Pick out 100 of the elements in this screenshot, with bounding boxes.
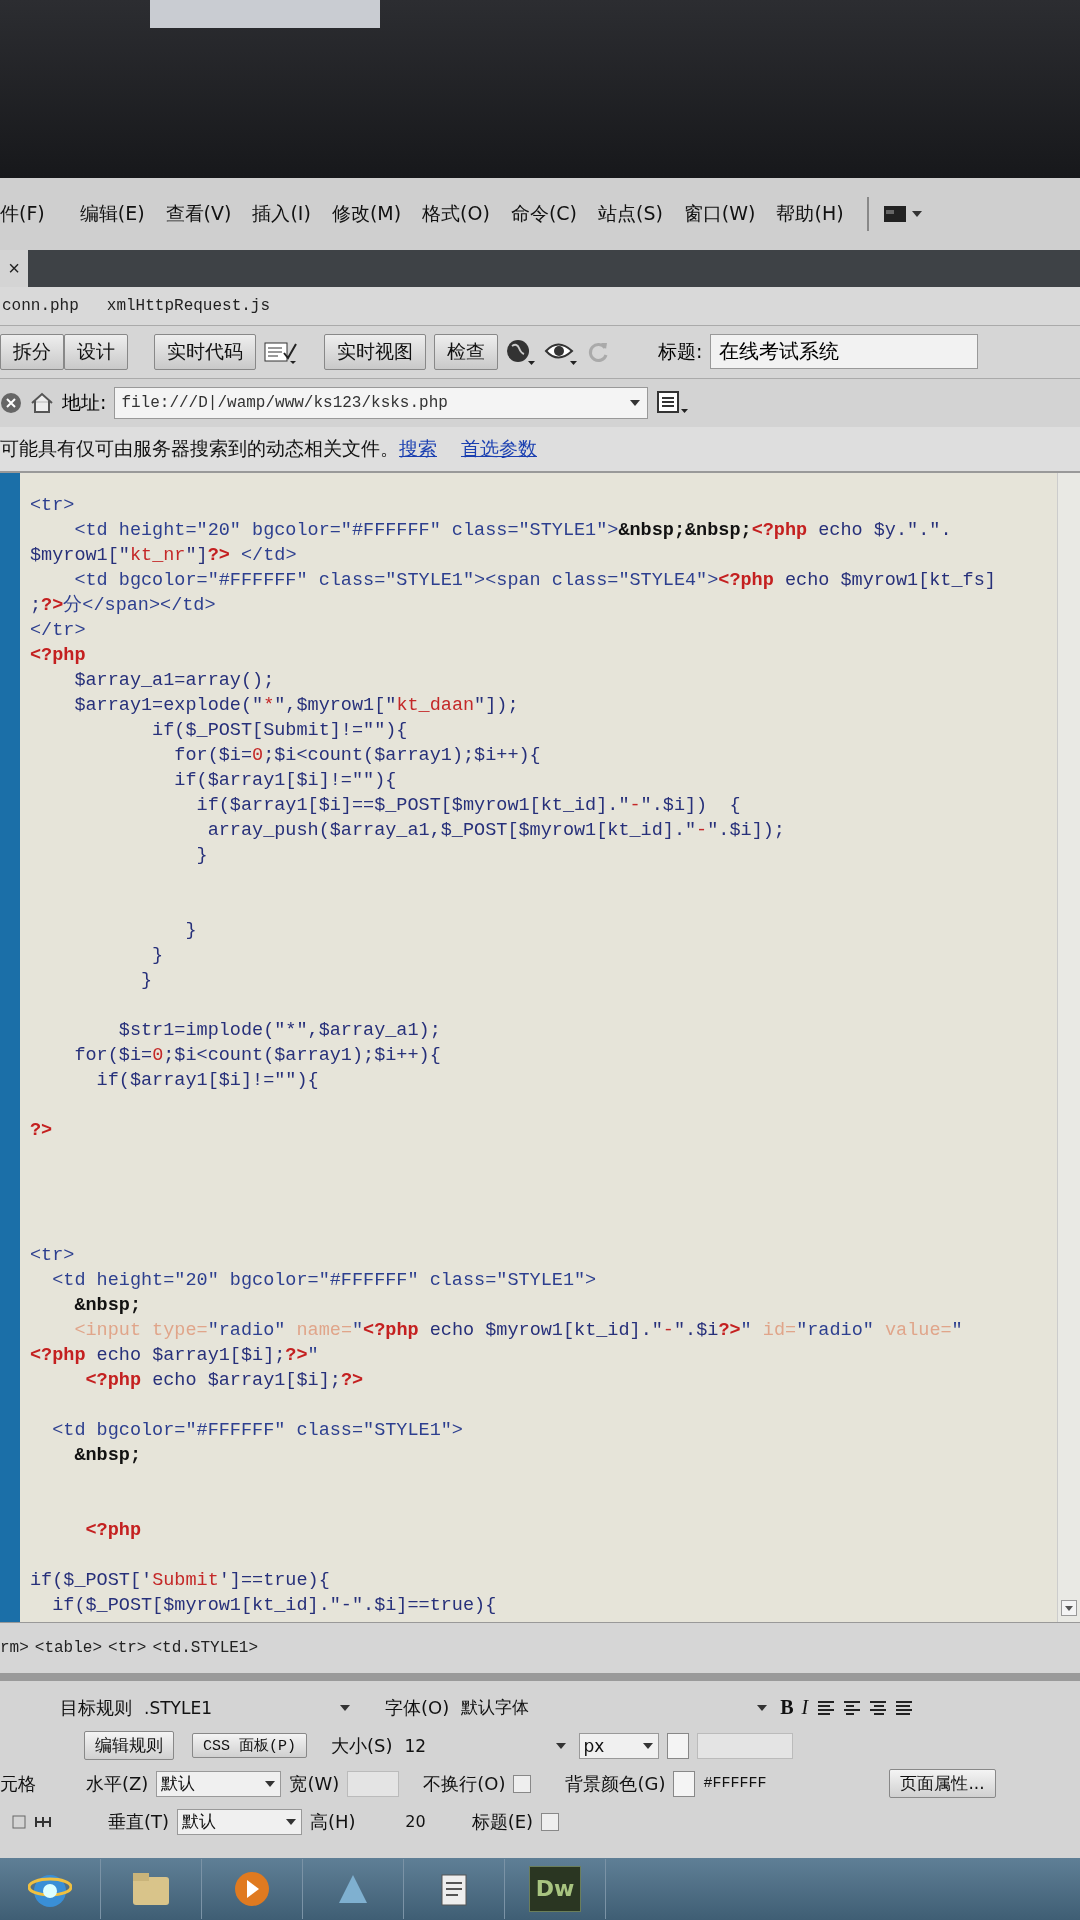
edit-rule-button[interactable]: 编辑规则: [84, 1731, 174, 1761]
code-line: if($array1[$i]!=""){: [173, 768, 398, 793]
info-link[interactable]: 搜索: [399, 435, 437, 462]
live-view-button[interactable]: 实时视图: [324, 333, 426, 370]
menu-item[interactable]: 命令(C): [510, 200, 594, 227]
menu-item[interactable]: 站点(S): [597, 200, 680, 227]
page-properties-button[interactable]: 页面属性...: [889, 1769, 996, 1799]
tag-selector-item[interactable]: <table>: [34, 1638, 103, 1657]
vertical-scrollbar[interactable]: [1057, 472, 1080, 1622]
caret-icon[interactable]: [264, 1779, 277, 1789]
align-icon[interactable]: [894, 1698, 913, 1717]
align-icon[interactable]: [842, 1698, 861, 1717]
text-field[interactable]: [696, 1732, 793, 1759]
font-select[interactable]: 默认字体: [457, 1694, 773, 1721]
align-icon[interactable]: [868, 1698, 887, 1717]
code-line: }: [184, 918, 198, 943]
menu-item[interactable]: 窗口(W): [683, 200, 773, 227]
menu-item[interactable]: 修改(M): [331, 200, 419, 227]
background-color-field[interactable]: #FFFFFF: [703, 1770, 804, 1797]
code-line: <?php echo $array1[$i];?>": [30, 1343, 320, 1368]
dreamweaver-icon[interactable]: Dw: [529, 1865, 581, 1912]
code-line: ;?>分</span></td>: [30, 593, 217, 618]
code-line: <?php: [84, 1518, 143, 1543]
vertical-select[interactable]: 默认: [177, 1808, 303, 1835]
menu-item[interactable]: 帮助(H): [776, 200, 861, 227]
code-line: if($array1[$i]!=""){: [95, 1068, 320, 1093]
stop-icon[interactable]: [0, 391, 22, 414]
code-line: &nbsp;: [73, 1443, 143, 1468]
layout-icon[interactable]: [882, 203, 907, 224]
code-line: if($_POST[$myrow1[kt_id]."-".$i]==true){: [51, 1593, 498, 1618]
color-swatch[interactable]: [666, 1732, 689, 1759]
target-rule-label: 目标规则: [60, 1695, 132, 1720]
code-line: if($_POST['Submit']==true){: [30, 1568, 331, 1593]
height-field[interactable]: 20: [363, 1808, 426, 1835]
globe-icon[interactable]: [506, 337, 536, 366]
live-view-button[interactable]: 检查: [434, 333, 498, 370]
code-line: &nbsp;: [73, 1293, 143, 1318]
home-icon[interactable]: [30, 391, 54, 414]
italic-button[interactable]: I: [801, 1696, 809, 1720]
document-tab[interactable]: conn.php: [2, 296, 79, 315]
bold-button[interactable]: B: [780, 1696, 794, 1720]
width-field[interactable]: [347, 1770, 400, 1797]
nowrap-label: 不换行(O): [423, 1771, 506, 1796]
close-button[interactable]: ×: [0, 249, 28, 287]
code-line: $array_a1=array();: [73, 668, 276, 693]
menu-item[interactable]: 编辑(E): [79, 200, 162, 227]
caret-icon[interactable]: [629, 398, 642, 408]
caret-icon[interactable]: [910, 209, 923, 219]
code-line: if($array1[$i]==$_POST[$myrow1[kt_id]."-".$i]) {: [195, 793, 742, 818]
size-select[interactable]: 12: [400, 1732, 571, 1759]
document-tab[interactable]: xmlHttpRequest.js: [106, 296, 271, 315]
code-line: </tr>: [30, 618, 87, 643]
code-line: for($i=0;$i<count($array1);$i++){: [73, 1043, 442, 1068]
checkbox[interactable]: [541, 1812, 560, 1831]
code-line: }: [195, 843, 209, 868]
address-field[interactable]: file:///D|/wamp/www/ks123/ksks.php: [114, 386, 649, 419]
menu-item[interactable]: 插入(I): [252, 200, 328, 227]
cell-label: 元格: [0, 1771, 36, 1796]
code-line: array_push($array_a1,$_POST[$myrow1[kt_id]."-".$i]);: [206, 818, 786, 843]
unit-select[interactable]: px: [578, 1732, 659, 1759]
info-link[interactable]: 首选参数: [461, 435, 537, 462]
color-swatch[interactable]: [673, 1770, 696, 1797]
list-icon[interactable]: [656, 389, 691, 416]
menu-item[interactable]: 格式(O): [422, 200, 507, 227]
code-line: for($i=0;$i<count($array1);$i++){: [173, 743, 542, 768]
code-line: <tr>: [30, 1243, 76, 1268]
caret-icon[interactable]: [554, 1741, 567, 1751]
checkbox[interactable]: [513, 1774, 532, 1793]
caret-icon[interactable]: [641, 1741, 654, 1751]
tag-selector-item[interactable]: rm>: [0, 1638, 29, 1657]
css-panel-button[interactable]: CSS 面板(P): [192, 1733, 307, 1759]
code-line: $array1=explode("*",$myrow1["kt_daan"]);: [73, 693, 520, 718]
vertical-label: 垂直(T): [108, 1809, 170, 1834]
caret-icon[interactable]: [285, 1817, 298, 1827]
width-label: 宽(W): [289, 1771, 340, 1796]
view-button[interactable]: 设计: [64, 333, 128, 370]
code-line: <tr>: [30, 493, 76, 518]
code-line: <td bgcolor="#FFFFFF" class="STYLE1">: [51, 1418, 464, 1443]
caret-icon[interactable]: [339, 1703, 351, 1713]
code-line: <?php: [30, 643, 87, 668]
target-rule-select[interactable]: .STYLE1: [140, 1694, 355, 1721]
menu-item[interactable]: 件(F): [0, 200, 62, 227]
title-field[interactable]: 在线考试系统: [710, 334, 979, 370]
height-label: 高(H): [310, 1809, 356, 1834]
code-line: <td height="20" bgcolor="#FFFFFF" class="STYLE1">: [51, 1268, 598, 1293]
view-button[interactable]: 拆分: [0, 333, 64, 370]
info-message: 可能具有仅可由服务器搜索到的动态相关文件。: [0, 435, 399, 461]
align-icon[interactable]: [816, 1698, 835, 1717]
code-line: <td height="20" bgcolor="#FFFFFF" class="STYLE1">&nbsp;&nbsp;<?php echo $y.".".: [73, 518, 953, 543]
caret-icon[interactable]: [756, 1703, 769, 1713]
menu-item[interactable]: 查看(V): [165, 200, 249, 227]
live-code-button[interactable]: 实时代码: [154, 333, 256, 370]
tag-selector-item[interactable]: <td.STYLE1>: [152, 1638, 259, 1657]
tag-selector-item[interactable]: <tr>: [108, 1638, 147, 1657]
horizontal-select[interactable]: 默认: [156, 1770, 282, 1797]
scroll-button-icon[interactable]: [1061, 1599, 1077, 1616]
code-line: $myrow1["kt_nr"]?> </td>: [30, 543, 298, 568]
address-label: 地址:: [62, 389, 107, 415]
code-line: ?>: [30, 1118, 54, 1143]
header-label: 标题(E): [471, 1809, 534, 1834]
